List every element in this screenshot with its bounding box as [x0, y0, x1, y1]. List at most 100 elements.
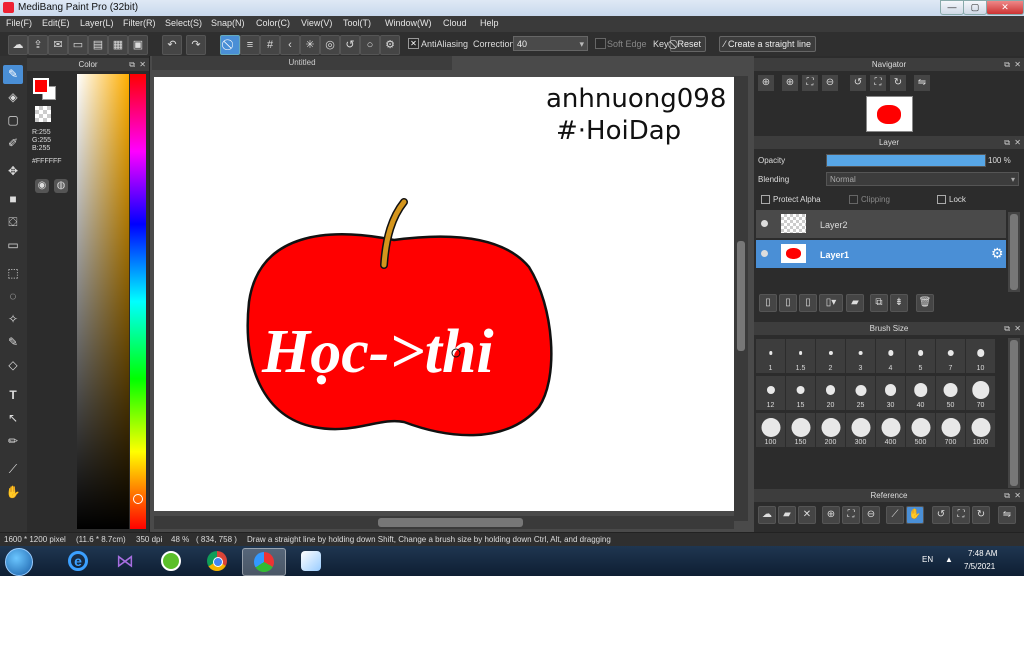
rotate-right-icon[interactable]: ↻	[890, 75, 906, 91]
primary-color-swatch[interactable]	[33, 78, 49, 94]
brush-size-option[interactable]: 50	[936, 376, 965, 410]
upload-icon[interactable]: ⇪	[28, 35, 48, 55]
menu-filter[interactable]: Filter(R)	[123, 18, 156, 28]
brush-size-option[interactable]: 1000	[966, 413, 995, 447]
close-panel-icon[interactable]: ✕	[1014, 489, 1021, 502]
fill-rect-tool-icon[interactable]: ■	[3, 190, 23, 209]
soft-edge-checkbox[interactable]	[595, 38, 606, 49]
hue-handle[interactable]	[133, 494, 143, 504]
brush-size-option[interactable]: 7	[936, 339, 965, 373]
cloud-icon[interactable]: ☁	[8, 35, 28, 55]
undock-icon[interactable]: ⧉	[1004, 136, 1010, 149]
snap-curve-icon[interactable]: ↺	[340, 35, 360, 55]
reset-button[interactable]: ⃠ Reset	[670, 36, 707, 52]
visibility-eye-icon[interactable]	[761, 220, 768, 227]
brush-size-option[interactable]: 20	[816, 376, 845, 410]
flip-icon[interactable]: ⇋	[914, 75, 930, 91]
zoom-out-icon[interactable]: ⊖	[822, 75, 838, 91]
undock-icon[interactable]: ⧉	[1004, 322, 1010, 335]
brush-size-option[interactable]: 40	[906, 376, 935, 410]
brush-size-option[interactable]: 200	[816, 413, 845, 447]
folder-icon[interactable]: ▰	[846, 294, 864, 312]
close-button[interactable]: ✕	[986, 0, 1024, 15]
brush-size-option[interactable]: 1.5	[786, 339, 815, 373]
transparent-color-swatch[interactable]	[35, 106, 51, 122]
correction-select[interactable]: 40 ▾	[513, 36, 588, 51]
eraser-tool-icon[interactable]: ◈	[3, 88, 23, 107]
layer-row-layer2[interactable]: Layer2	[756, 210, 1006, 238]
close-panel-icon[interactable]: ✕	[1014, 58, 1021, 71]
drawing-canvas[interactable]: Học->thi anhnuong098 #·HoiDap	[154, 77, 734, 511]
brush-size-option[interactable]: 10	[966, 339, 995, 373]
menu-color[interactable]: Color(C)	[256, 18, 290, 28]
magic-wand-tool-icon[interactable]: ✧	[3, 310, 23, 329]
undock-icon[interactable]: ⧉	[1004, 58, 1010, 71]
new-halftone-layer-icon[interactable]: ▯	[779, 294, 797, 312]
brush-size-option[interactable]: 4	[876, 339, 905, 373]
eyedropper-tool-icon[interactable]: ⟋	[3, 460, 23, 479]
select-pen-tool-icon[interactable]: ✎	[3, 333, 23, 352]
brush-size-scrollbar[interactable]	[1008, 338, 1020, 488]
antialiasing-checkbox[interactable]: ✕	[408, 38, 419, 49]
fit-window-icon[interactable]: ⛶	[842, 506, 860, 524]
menu-edit[interactable]: Edit(E)	[42, 18, 70, 28]
clock-date[interactable]: 7/5/2021	[964, 562, 995, 571]
minimize-button[interactable]: —	[940, 0, 964, 15]
add-layer-menu-icon[interactable]: ▯▾	[819, 294, 843, 312]
taskbar-medibang[interactable]	[242, 548, 286, 576]
brush-size-option[interactable]: 5	[906, 339, 935, 373]
text-tool-icon[interactable]: T	[3, 386, 23, 405]
pages-icon[interactable]: ▦	[108, 35, 128, 55]
eyedropper-icon[interactable]: ⟋	[886, 506, 904, 524]
snap-parallel-icon[interactable]: ≡	[240, 35, 260, 55]
snap-settings-icon[interactable]: ⚙	[380, 35, 400, 55]
start-button[interactable]	[5, 548, 33, 576]
maximize-button[interactable]: ▢	[963, 0, 987, 15]
menu-layer[interactable]: Layer(L)	[80, 18, 114, 28]
trash-icon[interactable]: 🗑	[916, 294, 934, 312]
rotate-right-icon[interactable]: ↻	[972, 506, 990, 524]
snap-perspective-icon[interactable]: ‹	[280, 35, 300, 55]
brush-size-option[interactable]: 300	[846, 413, 875, 447]
snap-ellipse-icon[interactable]: ○	[360, 35, 380, 55]
menu-select[interactable]: Select(S)	[165, 18, 202, 28]
brush-size-option[interactable]: 500	[906, 413, 935, 447]
chat-icon[interactable]: ✉	[48, 35, 68, 55]
taskbar-chrome[interactable]	[196, 548, 238, 574]
clipping-checkbox[interactable]	[849, 195, 858, 204]
snap-off-icon[interactable]: ⃠	[220, 35, 240, 55]
hand-icon[interactable]: ✋	[906, 506, 924, 524]
palette-icon[interactable]: ◉	[35, 179, 49, 193]
close-panel-icon[interactable]: ✕	[1014, 136, 1021, 149]
hand-tool-icon[interactable]: ✋	[3, 483, 23, 502]
lock-checkbox[interactable]	[937, 195, 946, 204]
brush-size-option[interactable]: 1	[756, 339, 785, 373]
snap-radial-icon[interactable]: ✳	[300, 35, 320, 55]
export-icon[interactable]: ▣	[128, 35, 148, 55]
reset-rotation-icon[interactable]: ⛶	[870, 75, 886, 91]
snap-circle-icon[interactable]: ◎	[320, 35, 340, 55]
brush-size-option[interactable]: 70	[966, 376, 995, 410]
page-icon[interactable]: ▤	[88, 35, 108, 55]
blending-select[interactable]: Normal ▾	[826, 172, 1019, 186]
new-8bit-layer-icon[interactable]: ▯	[799, 294, 817, 312]
straight-line-button[interactable]: ⁄ Create a straight line	[719, 36, 817, 52]
brush-size-option[interactable]: 700	[936, 413, 965, 447]
select-eraser-tool-icon[interactable]: ◇	[3, 356, 23, 375]
horizontal-scrollbar[interactable]	[154, 516, 734, 529]
zoom-in-icon[interactable]: ⊕	[782, 75, 798, 91]
gradient-tool-icon[interactable]: ▭	[3, 236, 23, 255]
layer-scrollbar[interactable]	[1008, 212, 1020, 292]
taskbar-visual-studio[interactable]: ⋈	[104, 548, 146, 574]
move-tool-icon[interactable]: ✥	[3, 162, 23, 181]
saturation-value-picker[interactable]	[77, 74, 129, 529]
navigator-thumbnail[interactable]	[866, 96, 913, 132]
redo-icon[interactable]: ↷	[186, 35, 206, 55]
taskbar-coccoc[interactable]	[150, 548, 192, 574]
hue-slider[interactable]	[130, 74, 146, 529]
blur-tool-icon[interactable]: ✏	[3, 432, 23, 451]
taskbar-paint[interactable]	[290, 548, 332, 574]
menu-help[interactable]: Help	[480, 18, 499, 28]
undock-icon[interactable]: ⧉	[129, 58, 135, 71]
menu-view[interactable]: View(V)	[301, 18, 332, 28]
